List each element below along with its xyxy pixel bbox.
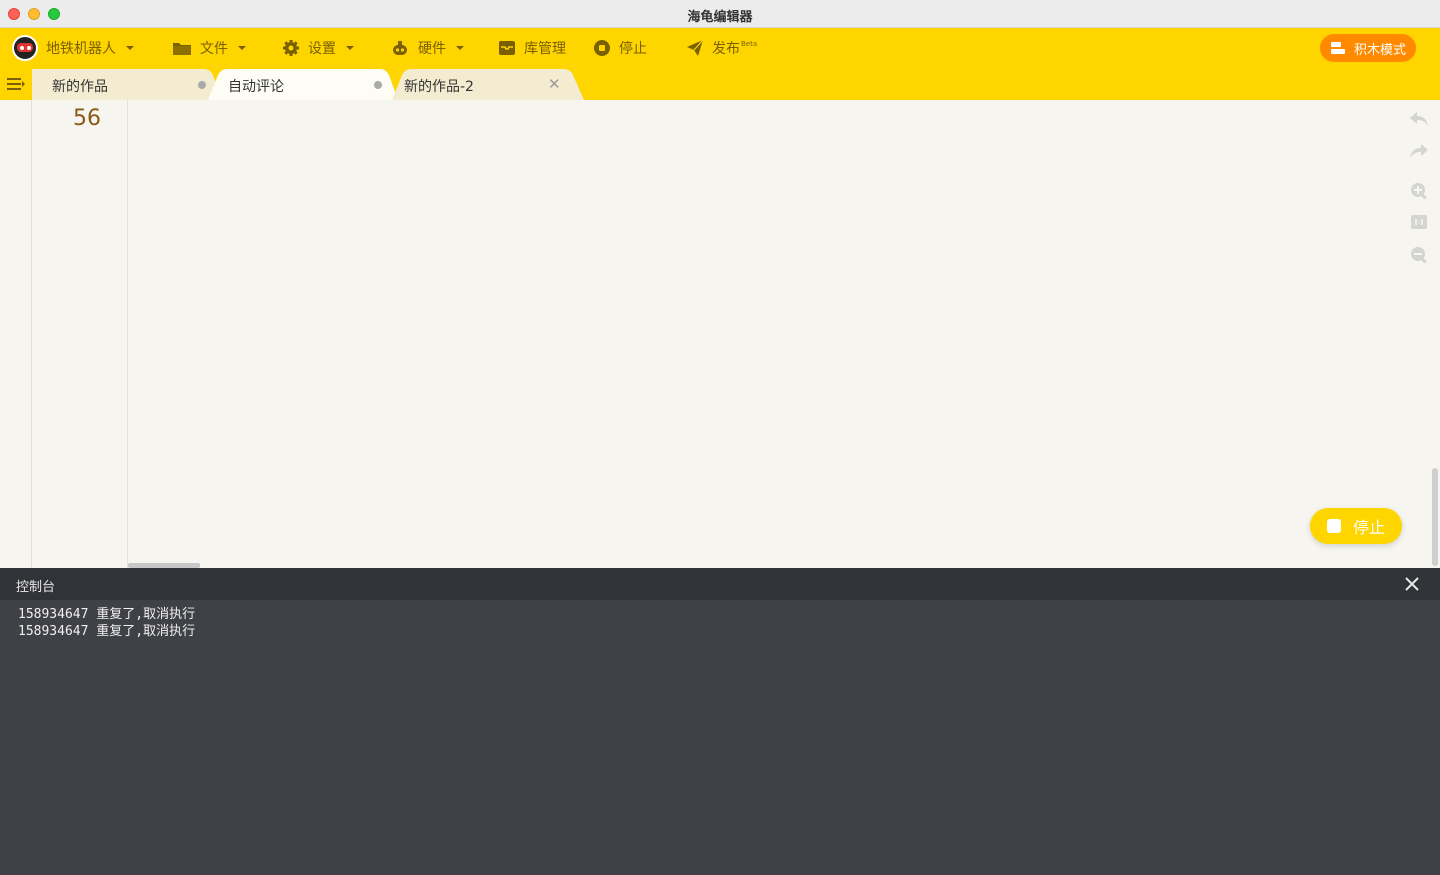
console-line: 158934647 重复了,取消执行 — [18, 607, 196, 622]
vertical-scrollbar[interactable] — [1432, 468, 1438, 566]
code-editor[interactable] — [128, 100, 1428, 568]
console-title: 控制台 — [16, 580, 56, 595]
robot-avatar-icon — [12, 35, 38, 61]
reset-zoom-button[interactable] — [1408, 211, 1430, 233]
sidebar-toggle-icon[interactable] — [7, 77, 25, 91]
window-title: 海龟编辑器 — [687, 10, 753, 25]
library-manager-label: 库管理 — [524, 41, 566, 57]
tab-new-work[interactable]: 新的作品 — [32, 69, 222, 100]
paper-plane-icon — [687, 39, 704, 56]
stop-square-icon — [1326, 519, 1341, 533]
publish-button[interactable]: 发布 Beta — [686, 28, 757, 68]
tab-new-work-2[interactable]: 新的作品-2 ✕ — [392, 69, 584, 100]
floating-stop-button[interactable]: 停止 — [1310, 508, 1402, 544]
close-console-icon[interactable] — [1402, 574, 1422, 594]
unsaved-dot-icon[interactable] — [374, 81, 382, 89]
robot-menu-label: 地铁机器人 — [46, 41, 116, 57]
block-mode-button[interactable]: 积木模式 — [1320, 34, 1416, 62]
hardware-menu[interactable]: 硬件 — [390, 28, 464, 68]
tab-label: 自动评论 — [228, 79, 284, 95]
editor-tab-bar: 新的作品 自动评论 新的作品-2 ✕ — [0, 68, 1440, 100]
tab-label: 新的作品 — [52, 79, 108, 95]
sidebar-strip — [0, 100, 32, 568]
undo-button[interactable] — [1408, 108, 1430, 130]
zoom-in-button[interactable] — [1408, 180, 1430, 202]
close-tab-icon[interactable]: ✕ — [548, 75, 561, 93]
file-menu[interactable]: 文件 — [172, 28, 246, 68]
redo-button[interactable] — [1408, 140, 1430, 162]
settings-menu-label: 设置 — [308, 41, 336, 57]
hardware-menu-label: 硬件 — [418, 41, 446, 57]
chevron-down-icon — [456, 46, 464, 50]
fit-size-icon — [1411, 215, 1427, 229]
blocks-icon — [1330, 42, 1345, 54]
title-bar: 海龟编辑器 — [0, 0, 1440, 28]
robot-menu[interactable]: 地铁机器人 — [12, 28, 134, 68]
line-number-gutter: 56 — [32, 100, 128, 568]
floating-stop-label: 停止 — [1352, 518, 1385, 537]
settings-menu[interactable]: 设置 — [282, 28, 354, 68]
file-menu-label: 文件 — [200, 41, 228, 57]
chevron-down-icon — [126, 46, 134, 50]
undo-icon — [1410, 112, 1428, 126]
gear-icon — [283, 40, 299, 56]
stop-circle-icon — [594, 40, 610, 56]
unsaved-dot-icon[interactable] — [198, 81, 206, 89]
console-header: 控制台 — [0, 568, 1440, 600]
inbox-icon — [499, 41, 515, 55]
zoom-in-icon — [1411, 183, 1427, 200]
beta-badge: Beta — [741, 40, 758, 48]
console-line: 158934647 重复了,取消执行 — [18, 624, 196, 639]
zoom-out-button[interactable] — [1408, 244, 1430, 266]
redo-icon — [1410, 144, 1428, 158]
tab-label: 新的作品-2 — [404, 79, 474, 95]
chevron-down-icon — [238, 46, 246, 50]
stop-button[interactable]: 停止 — [593, 28, 647, 68]
console-output[interactable]: 158934647 重复了,取消执行 158934647 重复了,取消执行 — [0, 600, 1440, 875]
main-toolbar: 地铁机器人 文件 设置 硬件 库管理 停止 发布 Beta 积木模式 — [0, 28, 1440, 68]
folder-icon — [173, 43, 191, 55]
chevron-down-icon — [346, 46, 354, 50]
stop-label: 停止 — [619, 41, 647, 57]
block-mode-label: 积木模式 — [1353, 42, 1406, 58]
publish-label: 发布 — [712, 41, 740, 57]
line-number: 56 — [73, 106, 101, 131]
library-manager-button[interactable]: 库管理 — [498, 28, 566, 68]
zoom-out-icon — [1411, 247, 1427, 264]
tab-auto-comment[interactable]: 自动评论 — [208, 69, 398, 100]
robot-icon — [393, 41, 407, 55]
